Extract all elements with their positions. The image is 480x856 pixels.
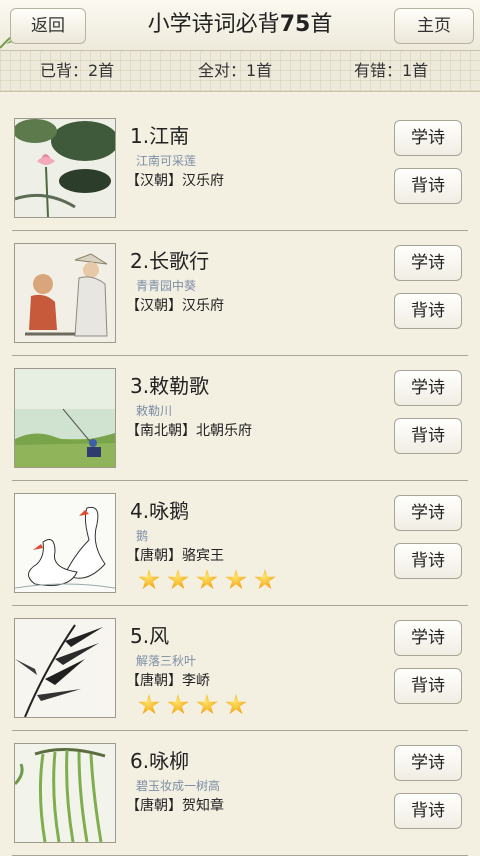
poem-title[interactable]: 1.江南 (130, 120, 189, 149)
poem-author: 【汉朝】汉乐府 (126, 173, 224, 189)
recite-poem-button[interactable]: 背诗 (394, 793, 462, 829)
recite-poem-button[interactable]: 背诗 (394, 418, 462, 454)
star-icon (138, 569, 160, 590)
star-icon (225, 569, 247, 590)
header-bar: 返回 小学诗词必背75首 主页 (0, 0, 480, 51)
rating-stars (138, 569, 283, 595)
home-button[interactable]: 主页 (394, 8, 474, 44)
poem-first-line: 解落三秋叶 (136, 654, 197, 668)
poem-list: 1.江南 江南可采莲 【汉朝】汉乐府 学诗 背诗 2.长歌行 青青园中葵 【汉朝… (0, 106, 480, 856)
poem-row-4: 4.咏鹅 鹅 【唐朝】骆宾王 学诗 背诗 (12, 481, 468, 606)
star-icon (167, 694, 189, 715)
learn-poem-button[interactable]: 学诗 (394, 495, 462, 531)
poem-title[interactable]: 3.敕勒歌 (130, 370, 209, 399)
page-title: 小学诗词必背75首 (100, 0, 380, 50)
poem-row-6: 6.咏柳 碧玉妆成一树高 【唐朝】贺知章 学诗 背诗 (12, 731, 468, 856)
learn-poem-button[interactable]: 学诗 (394, 245, 462, 281)
poem-row-3: 3.敕勒歌 敕勒川 【南北朝】北朝乐府 学诗 背诗 (12, 356, 468, 481)
stats-bar: 已背：2首 全对：1首 有错：1首 (0, 51, 480, 92)
lotus-painting-image (14, 118, 116, 218)
recite-poem-button[interactable]: 背诗 (394, 293, 462, 329)
willow-painting-image (14, 743, 116, 843)
poem-first-line: 鹅 (136, 529, 149, 543)
rating-stars (138, 694, 254, 720)
back-button[interactable]: 返回 (10, 8, 86, 44)
recite-poem-button[interactable]: 背诗 (394, 668, 462, 704)
star-icon (254, 569, 276, 590)
title-prefix: 小学诗词必背 (147, 12, 280, 37)
poem-title[interactable]: 2.长歌行 (130, 245, 209, 274)
recited-count: 已背：2首 (40, 61, 115, 80)
poem-first-line: 青青园中葵 (136, 279, 197, 293)
poem-author: 【唐朝】贺知章 (126, 798, 224, 814)
poem-author: 【汉朝】汉乐府 (126, 298, 224, 314)
star-icon (167, 569, 189, 590)
learn-poem-button[interactable]: 学诗 (394, 745, 462, 781)
recite-poem-button[interactable]: 背诗 (394, 543, 462, 579)
poem-title[interactable]: 6.咏柳 (130, 745, 189, 774)
bamboo-painting-image (14, 618, 116, 718)
title-suffix: 首 (310, 12, 333, 37)
star-icon (225, 694, 247, 715)
poem-author: 【南北朝】北朝乐府 (126, 423, 252, 439)
poem-author: 【唐朝】骆宾王 (126, 548, 224, 564)
all-correct-count: 全对：1首 (198, 61, 273, 80)
poem-title[interactable]: 5.风 (130, 620, 169, 649)
learn-poem-button[interactable]: 学诗 (394, 620, 462, 656)
star-icon (196, 569, 218, 590)
learn-poem-button[interactable]: 学诗 (394, 120, 462, 156)
star-icon (196, 694, 218, 715)
poem-first-line: 碧玉妆成一树高 (136, 779, 221, 793)
poem-row-1: 1.江南 江南可采莲 【汉朝】汉乐府 学诗 背诗 (12, 106, 468, 231)
poem-author: 【唐朝】李峤 (126, 673, 210, 689)
elder-and-child-painting-image (14, 243, 116, 343)
learn-poem-button[interactable]: 学诗 (394, 370, 462, 406)
grassland-painting-image (14, 368, 116, 468)
poem-title[interactable]: 4.咏鹅 (130, 495, 189, 524)
poem-row-5: 5.风 解落三秋叶 【唐朝】李峤 学诗 背诗 (12, 606, 468, 731)
geese-painting-image (14, 493, 116, 593)
recite-poem-button[interactable]: 背诗 (394, 168, 462, 204)
has-errors-count: 有错：1首 (354, 61, 429, 80)
title-number: 75 (279, 12, 311, 37)
poem-row-2: 2.长歌行 青青园中葵 【汉朝】汉乐府 学诗 背诗 (12, 231, 468, 356)
poem-first-line: 敕勒川 (136, 404, 173, 418)
poem-first-line: 江南可采莲 (136, 154, 197, 168)
star-icon (138, 694, 160, 715)
